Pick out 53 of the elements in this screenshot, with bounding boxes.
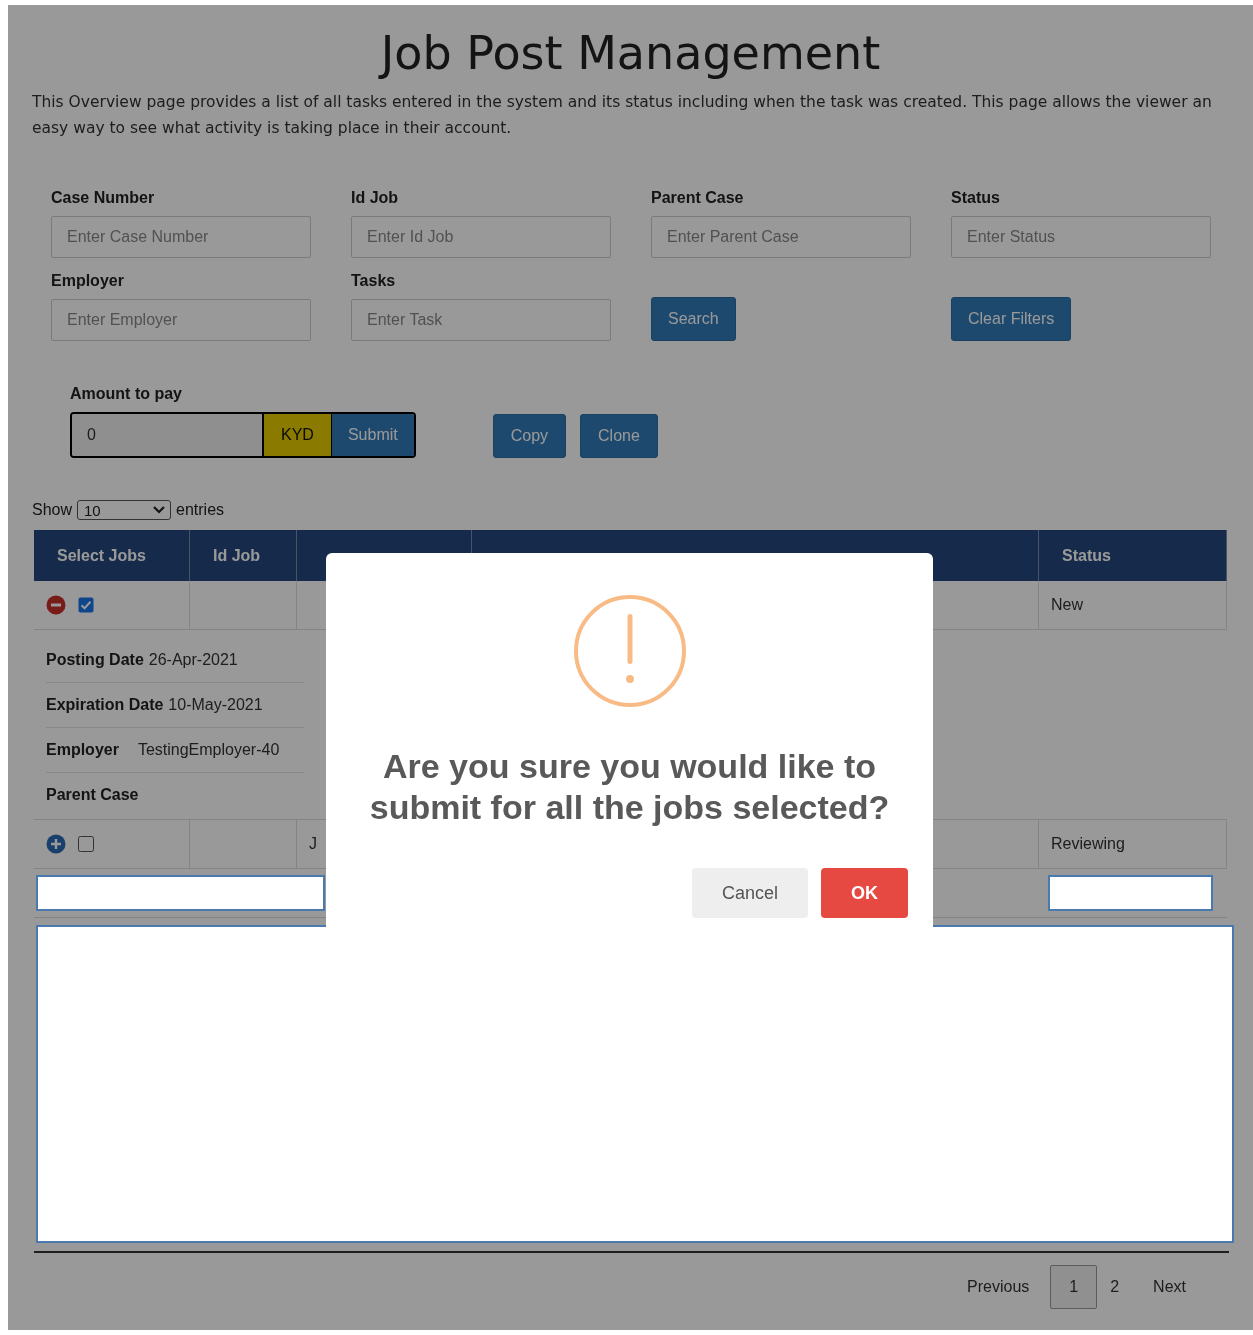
status-cell: New [1051, 596, 1083, 614]
detail-value: 26-Apr-2021 [148, 651, 238, 669]
currency-label: KYD [264, 414, 332, 456]
detail-label: Employer [46, 741, 119, 759]
field-label: Id Job [351, 189, 400, 207]
field-label: Employer [51, 272, 125, 290]
filter-field[interactable]: Enter Status [951, 216, 1211, 258]
amount-field[interactable]: 0 [72, 414, 264, 456]
submit-button[interactable]: Submit [331, 414, 414, 456]
column-header[interactable]: Select Jobs [34, 530, 190, 581]
column-header[interactable]: Id Job [190, 530, 297, 581]
search-button[interactable]: Search [651, 297, 736, 341]
status-cell: Reviewing [1051, 835, 1125, 853]
chevron-down-icon [152, 505, 167, 515]
page-link[interactable]: 1 [1050, 1265, 1098, 1309]
clear-filters-button[interactable]: Clear Filters [951, 297, 1072, 341]
page-link[interactable]: 2 [1097, 1265, 1133, 1309]
page-description: This Overview page provides a list of all tasks entered in the system and its status including when the task was created. This page allows the viewer an easy way to see what activity is taking place in their account. [32, 92, 1213, 139]
entries-select[interactable]: 10 [77, 500, 172, 520]
dialog-message: Are you sure you would like to submit for all the jobs selected? [368, 746, 891, 828]
detail-value: 10-May-2021 [168, 696, 263, 714]
ok-button[interactable]: OK [821, 868, 908, 918]
entries-label: entries [176, 501, 225, 519]
column-header[interactable]: Status [1039, 530, 1227, 581]
warning-icon [572, 594, 687, 708]
field-label: Case Number [51, 189, 156, 207]
page-title: Job Post Management [377, 25, 882, 81]
filter-field[interactable]: Enter Task [351, 299, 611, 341]
show-label: Show [32, 501, 73, 519]
row-checkbox[interactable] [78, 836, 94, 852]
row-checkbox[interactable] [78, 597, 94, 613]
edit-field[interactable] [36, 875, 325, 911]
field-label: Tasks [351, 272, 397, 290]
filter-field[interactable]: Enter Case Number [51, 216, 311, 258]
detail-label: Posting Date [46, 651, 144, 669]
action-button[interactable]: Copy [492, 414, 567, 458]
collapse-icon[interactable] [46, 595, 66, 615]
filter-field[interactable]: Enter Parent Case [651, 216, 911, 258]
action-button[interactable]: Clone [580, 414, 658, 458]
field-label: Status [951, 189, 1001, 207]
edit-field[interactable] [1048, 875, 1213, 911]
table-cell: J [309, 835, 317, 853]
detail-value: TestingEmployer-40 [137, 741, 280, 759]
previous-link[interactable]: Previous [946, 1265, 1051, 1309]
detail-label: Expiration Date [46, 696, 164, 714]
field-label: Amount to pay [70, 385, 183, 403]
filter-field[interactable]: Enter Employer [51, 299, 311, 341]
detail-label: Parent Case [46, 786, 139, 804]
expand-icon[interactable] [46, 834, 66, 854]
field-label: Parent Case [651, 189, 745, 207]
next-link[interactable]: Next [1132, 1265, 1207, 1309]
cancel-button[interactable]: Cancel [691, 868, 808, 918]
filter-field[interactable]: Enter Id Job [351, 216, 611, 258]
